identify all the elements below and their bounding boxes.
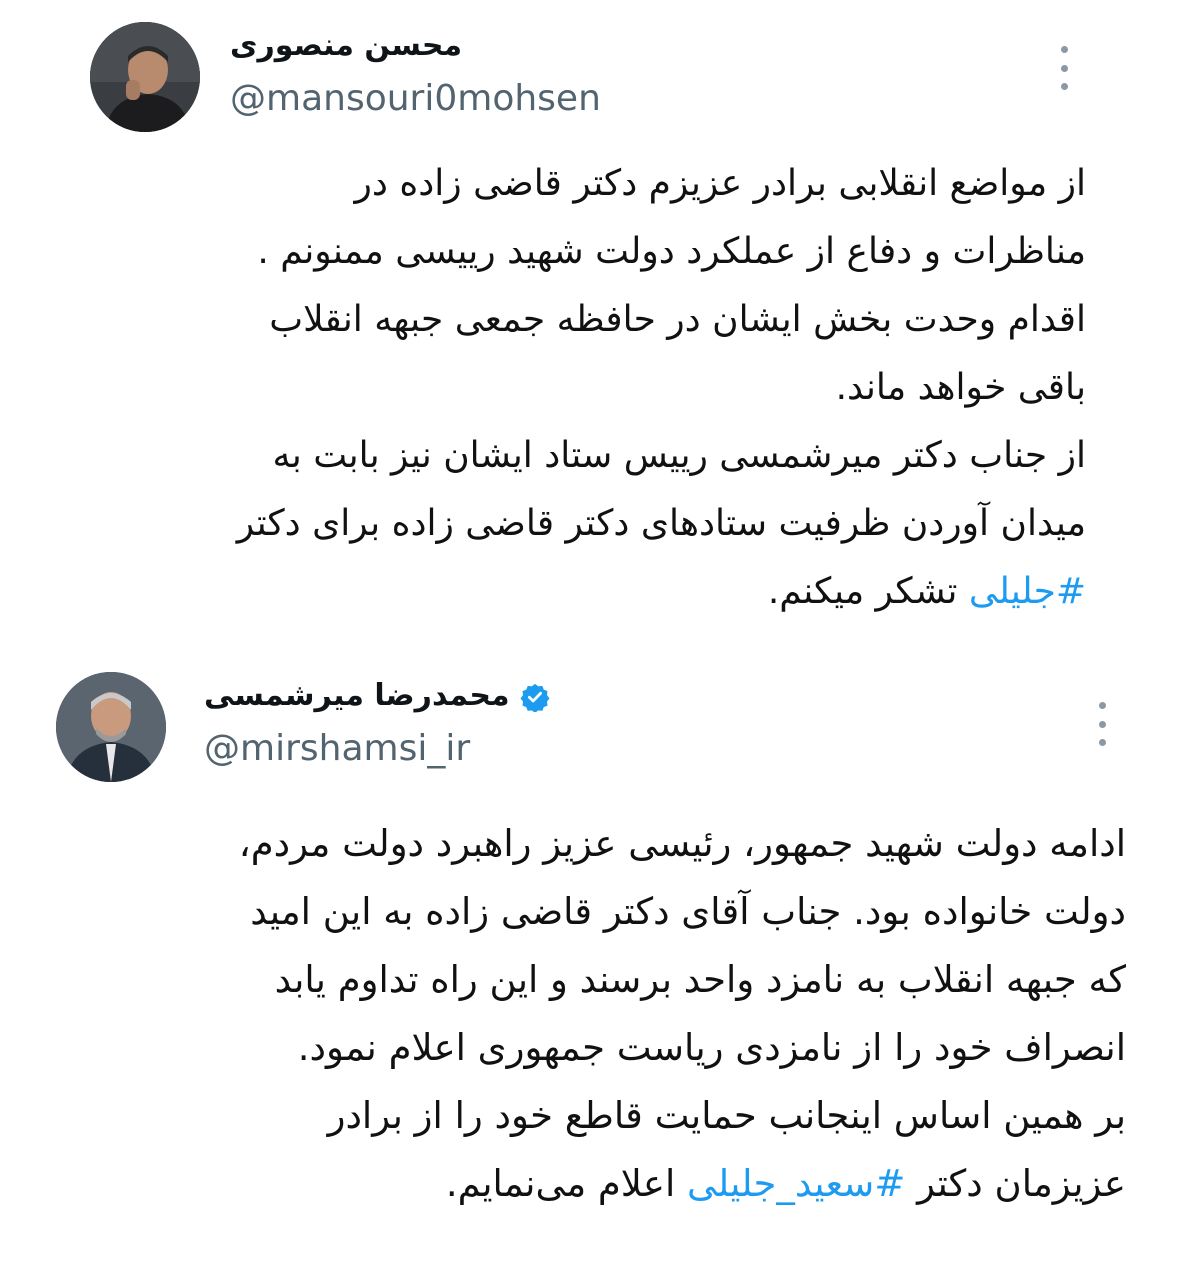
tweet-line-text: اعلام می‌نمایم. <box>445 1162 687 1205</box>
tweet-line: مناظرات و دفاع از عملکرد دولت شهید رییسی… <box>257 231 1086 272</box>
display-name[interactable]: محسن منصوری <box>230 28 462 63</box>
tweet-line: باقی خواهد ماند. <box>835 367 1086 408</box>
tweet-header: محسن منصوری @mansouri0mohsen <box>90 22 1090 132</box>
display-name[interactable]: محمدرضا میرشمسی <box>204 678 510 713</box>
avatar-photo-mansouri <box>90 22 200 132</box>
more-vertical-icon[interactable] <box>1092 702 1112 746</box>
tweet-line: #جلیلی تشکر میکنم. <box>86 558 1086 626</box>
handle[interactable]: @mirshamsi_ir <box>204 728 470 769</box>
verified-badge-icon <box>520 683 550 712</box>
hashtag-link[interactable]: #جلیلی <box>969 571 1086 612</box>
tweet-line: از جناب دکتر میرشمسی رییس ستاد ایشان نیز… <box>272 435 1086 476</box>
author-info: محسن منصوری @mansouri0mohsen <box>230 28 830 128</box>
tweet-header: محمدرضا میرشمسی @mirshamsi_ir <box>56 672 1056 782</box>
tweet-text: ادامه دولت شهید جمهور، رئیسی عزیز راهبرد… <box>66 810 1126 1218</box>
tweet-line-text: تشکر میکنم. <box>767 571 969 612</box>
author-info: محمدرضا میرشمسی @mirshamsi_ir <box>204 678 804 778</box>
tweet-text: از مواضع انقلابی برادر عزیزم دکتر قاضی ز… <box>86 150 1086 626</box>
tweet-line: ادامه دولت شهید جمهور، رئیسی عزیز راهبرد… <box>238 822 1126 865</box>
tweet-line: عزیزمان دکتر #سعید_جلیلی اعلام می‌نمایم. <box>66 1150 1126 1218</box>
avatar[interactable] <box>56 672 166 782</box>
tweet-card[interactable]: محمدرضا میرشمسی @mirshamsi_ir ادامه دولت… <box>0 650 1178 1280</box>
hashtag-link[interactable]: #سعید_جلیلی <box>687 1162 905 1205</box>
display-name-row: محمدرضا میرشمسی <box>204 678 550 713</box>
tweet-line: بر همین اساس اینجانب حمایت قاطع خود را ا… <box>327 1094 1126 1137</box>
tweet-line: که جبهه انقلاب به نامزد واحد برسند و این… <box>274 958 1126 1001</box>
handle[interactable]: @mansouri0mohsen <box>230 78 601 119</box>
tweet-line: دولت خانواده بود. جناب آقای دکتر قاضی زا… <box>250 890 1126 933</box>
avatar-photo-mirshamsi <box>56 672 166 782</box>
tweet-line-prefix: عزیزمان دکتر <box>905 1162 1126 1205</box>
tweet-line: از مواضع انقلابی برادر عزیزم دکتر قاضی ز… <box>354 163 1086 204</box>
more-vertical-icon[interactable] <box>1054 46 1074 90</box>
tweet-line: انصراف خود را از نامزدی ریاست جمهوری اعل… <box>297 1026 1126 1069</box>
tweet-line: میدان آوردن ظرفیت ستادهای دکتر قاضی زاده… <box>236 503 1086 544</box>
tweet-line: اقدام وحدت بخش ایشان در حافظه جمعی جبهه … <box>269 299 1086 340</box>
avatar[interactable] <box>90 22 200 132</box>
tweet-card[interactable]: محسن منصوری @mansouri0mohsen از مواضع ان… <box>0 0 1178 650</box>
